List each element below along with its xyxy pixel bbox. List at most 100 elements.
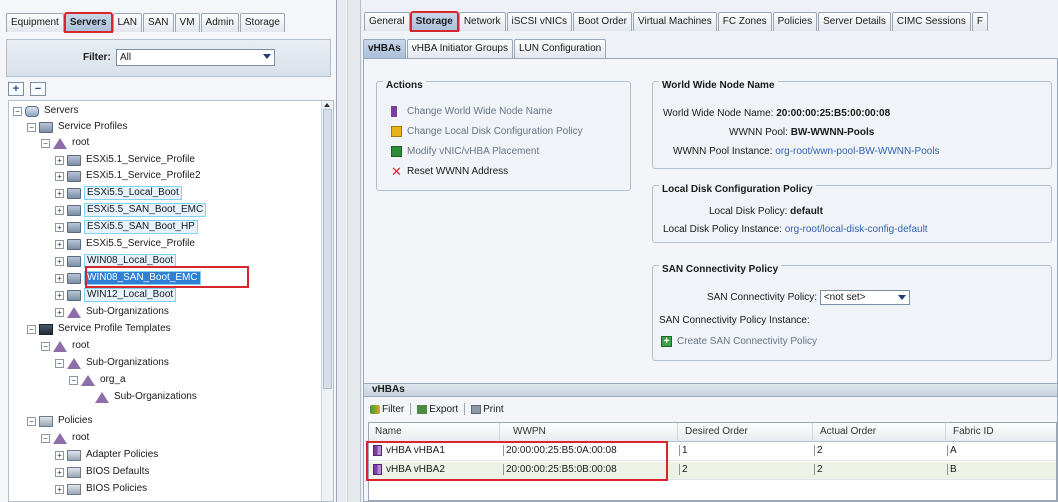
chevron-down-icon: [263, 54, 271, 59]
tab-network[interactable]: Network: [458, 12, 506, 31]
expand-icon[interactable]: +: [55, 171, 64, 181]
column-divider[interactable]: [677, 423, 678, 442]
expand-icon[interactable]: +: [55, 273, 64, 283]
tree-node-policy[interactable]: + BIOS Defaults: [55, 464, 151, 480]
tab-vm[interactable]: VM: [174, 13, 200, 32]
tab-lun-configuration[interactable]: LUN Configuration: [513, 39, 607, 58]
tab-equipment[interactable]: Equipment: [6, 13, 64, 32]
tree-node-policies[interactable]: − Policies: [27, 413, 94, 429]
tab-boot-order[interactable]: Boot Order: [573, 12, 632, 31]
tab-vhbas[interactable]: vHBAs: [363, 39, 406, 58]
tree-scrollbar[interactable]: [321, 101, 333, 501]
tree-node-label: Adapter Policies: [86, 449, 159, 460]
expand-icon[interactable]: +: [55, 155, 64, 165]
change-wwnn-action[interactable]: Change World Wide Node Name: [391, 106, 552, 117]
collapse-icon[interactable]: −: [69, 375, 78, 385]
tree-node-service-profile[interactable]: + WIN12_Local_Boot: [55, 287, 177, 303]
collapse-all-button[interactable]: −: [30, 82, 46, 96]
column-header-actual-order[interactable]: Actual Order: [820, 426, 876, 437]
expand-icon[interactable]: +: [55, 467, 64, 477]
scroll-up-icon[interactable]: [324, 103, 330, 107]
service-profile-folder-icon: [39, 121, 53, 133]
collapse-icon[interactable]: −: [27, 122, 36, 132]
tree-node-service-profile[interactable]: + WIN08_Local_Boot: [55, 253, 177, 269]
tree-node-service-profile-templates[interactable]: − Service Profile Templates: [27, 321, 173, 337]
local-disk-instance-link[interactable]: org-root/local-disk-config-default: [785, 224, 928, 235]
tab-virtual-machines[interactable]: Virtual Machines: [632, 12, 717, 31]
scrollbar-thumb[interactable]: [323, 109, 332, 389]
tab-general[interactable]: General: [364, 12, 410, 31]
table-row[interactable]: vHBA vHBA1 20:00:00:25:B5:0A:00:08 1 2 A: [369, 443, 1056, 461]
tab-overflow[interactable]: F: [971, 12, 988, 31]
expand-icon[interactable]: +: [55, 239, 64, 249]
tree-node-sub-organizations[interactable]: + Sub-Organizations: [55, 304, 171, 320]
column-header-fabric-id[interactable]: Fabric ID: [953, 426, 994, 437]
expand-icon[interactable]: +: [55, 205, 64, 215]
print-button[interactable]: Print: [471, 404, 504, 415]
export-button[interactable]: Export: [417, 404, 458, 415]
tree-node-service-profile[interactable]: + ESXi5.5_SAN_Boot_EMC: [55, 202, 207, 218]
tab-lan[interactable]: LAN: [112, 13, 142, 32]
column-divider[interactable]: [945, 423, 946, 442]
expand-icon[interactable]: +: [55, 450, 64, 460]
tree-node-service-profile[interactable]: + ESXi5.5_SAN_Boot_HP: [55, 219, 198, 235]
wwnn-pool-instance-link[interactable]: org-root/wwn-pool-BW-WWNN-Pools: [775, 146, 939, 157]
tab-server-details[interactable]: Server Details: [818, 12, 891, 31]
tab-storage[interactable]: Storage: [239, 13, 285, 32]
tree-node-service-profile[interactable]: + ESXi5.1_Service_Profile: [55, 152, 197, 168]
tab-fc-zones[interactable]: FC Zones: [717, 12, 772, 31]
collapse-icon[interactable]: −: [27, 416, 36, 426]
tree-node-service-profile-selected[interactable]: + WIN08_SAN_Boot_EMC: [55, 270, 201, 286]
tab-storage[interactable]: Storage: [409, 11, 459, 32]
expand-icon[interactable]: +: [55, 256, 64, 266]
column-header-wwpn[interactable]: WWPN: [513, 426, 546, 437]
expand-icon[interactable]: +: [55, 188, 64, 198]
tree-node-service-profiles[interactable]: − Service Profiles: [27, 119, 129, 135]
expand-icon[interactable]: +: [55, 222, 64, 232]
filter-button[interactable]: Filter: [370, 404, 404, 415]
filter-dropdown[interactable]: All: [116, 49, 275, 66]
tab-san[interactable]: SAN: [142, 13, 174, 32]
collapse-icon[interactable]: −: [41, 433, 50, 443]
tree-node-policy[interactable]: + Adapter Policies: [55, 447, 160, 463]
modify-placement-action[interactable]: Modify vNIC/vHBA Placement: [391, 146, 539, 157]
tree-node-sub-organizations[interactable]: − Sub-Organizations: [55, 355, 171, 371]
change-local-disk-policy-action[interactable]: Change Local Disk Configuration Policy: [391, 126, 583, 137]
collapse-icon[interactable]: −: [41, 341, 50, 351]
column-header-desired-order[interactable]: Desired Order: [685, 426, 748, 437]
collapse-icon[interactable]: −: [13, 106, 22, 116]
collapse-icon[interactable]: −: [27, 324, 36, 334]
tree-node-service-profile[interactable]: + ESXi5.1_Service_Profile2: [55, 168, 203, 184]
column-divider[interactable]: [499, 423, 500, 442]
tree-node-root[interactable]: − root: [41, 430, 91, 446]
tab-servers[interactable]: Servers: [63, 12, 113, 33]
tree-node-sub-organizations[interactable]: Sub-Organizations: [95, 389, 199, 405]
create-san-policy-action[interactable]: + Create SAN Connectivity Policy: [661, 336, 817, 347]
expand-all-button[interactable]: +: [8, 82, 24, 96]
column-header-name[interactable]: Name: [375, 426, 402, 437]
tab-policies[interactable]: Policies: [772, 12, 818, 31]
expand-icon[interactable]: +: [55, 484, 64, 494]
splitter-grip[interactable]: [346, 0, 348, 502]
expand-icon[interactable]: +: [55, 290, 64, 300]
create-san-label: Create SAN Connectivity Policy: [677, 336, 818, 347]
tab-vhba-initiator-groups[interactable]: vHBA Initiator Groups: [406, 39, 513, 58]
expand-icon[interactable]: +: [55, 307, 64, 317]
column-divider[interactable]: [812, 423, 813, 442]
tree-node-org-a[interactable]: − org_a: [69, 372, 128, 388]
tree-node-policy[interactable]: + BIOS Policies: [55, 481, 149, 497]
tree-node-service-profile[interactable]: + ESXi5.5_Local_Boot: [55, 185, 182, 201]
collapse-icon[interactable]: −: [55, 358, 64, 368]
tab-cimc-sessions[interactable]: CIMC Sessions: [891, 12, 971, 31]
tree-node-service-profile[interactable]: + ESXi5.5_Service_Profile: [55, 236, 197, 252]
tab-admin[interactable]: Admin: [200, 13, 239, 32]
tree-node-servers[interactable]: − Servers: [13, 103, 80, 119]
san-policy-dropdown[interactable]: <not set>: [819, 290, 910, 305]
reset-wwnn-action[interactable]: ✕ Reset WWNN Address: [391, 165, 508, 178]
table-row[interactable]: vHBA vHBA2 20:00:00:25:B5:0B:00:08 2 2 B: [369, 462, 1056, 480]
tree-node-root[interactable]: − root: [41, 135, 91, 151]
pane-splitter[interactable]: [337, 0, 361, 502]
tree-node-root[interactable]: − root: [41, 338, 91, 354]
collapse-icon[interactable]: −: [41, 138, 50, 148]
tab-iscsi-vnics[interactable]: iSCSI vNICs: [506, 12, 573, 31]
